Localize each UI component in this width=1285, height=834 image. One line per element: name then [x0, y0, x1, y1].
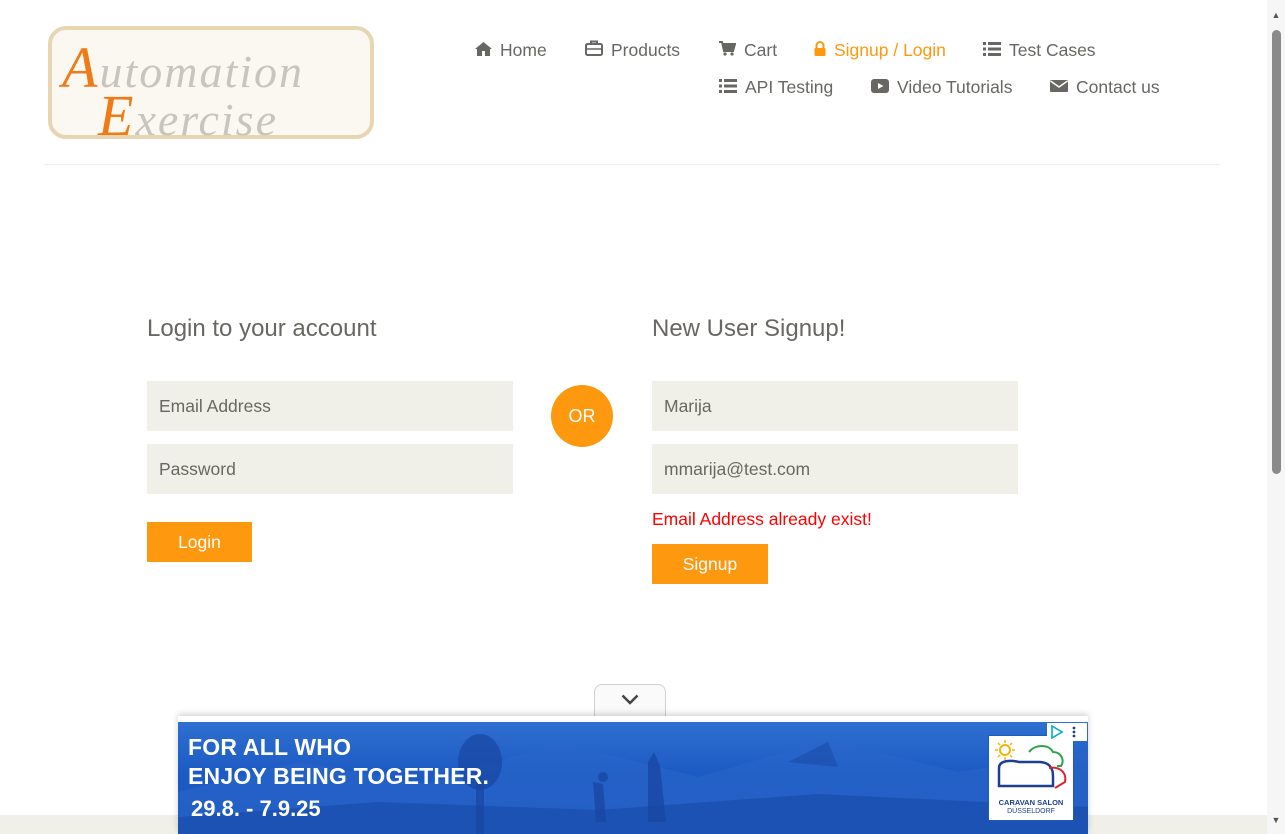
nav-contact-us-label: Contact us	[1076, 77, 1160, 97]
nav-test-cases[interactable]: Test Cases	[983, 40, 1096, 61]
signup-email-input[interactable]	[652, 444, 1018, 494]
ad-banner[interactable]: FOR ALL WHO ENJOY BEING TOGETHER. 29.8. …	[178, 722, 1088, 834]
list-icon	[719, 77, 737, 98]
chevron-down-icon	[621, 692, 639, 710]
home-icon	[475, 40, 492, 61]
logo-line-2: Exercise	[98, 83, 278, 148]
ad-choices[interactable]	[1047, 723, 1087, 741]
nav-products[interactable]: Products	[585, 40, 680, 61]
nav-video-tutorials-label: Video Tutorials	[897, 77, 1013, 97]
ad-headline-2: ENJOY BEING TOGETHER.	[188, 763, 490, 789]
header-divider	[44, 164, 1220, 165]
login-password-input[interactable]	[147, 444, 513, 494]
or-badge: OR	[551, 385, 613, 447]
nav-api-testing[interactable]: API Testing	[719, 77, 833, 98]
ad-logo-text-2: DÜSSELDORF	[1007, 808, 1055, 815]
caravan-logo-icon	[995, 740, 1067, 789]
lock-icon	[814, 40, 826, 61]
ad-frame: FOR ALL WHO ENJOY BEING TOGETHER. 29.8. …	[178, 716, 1088, 834]
cart-icon	[719, 40, 737, 61]
scroll-up-arrow-icon[interactable]: ▲	[1271, 10, 1281, 20]
list-icon	[983, 40, 1001, 61]
signup-button[interactable]: Signup	[652, 544, 768, 584]
youtube-play-icon	[871, 77, 889, 98]
nav-cart-label: Cart	[744, 40, 778, 60]
nav-home-label: Home	[500, 40, 547, 60]
scrollbar-thumb[interactable]	[1272, 30, 1281, 474]
scroll-down-arrow-icon[interactable]: ▼	[1271, 815, 1281, 825]
nav-signup-login-label: Signup / Login	[834, 40, 946, 60]
nav-products-label: Products	[611, 40, 681, 60]
nav-contact-us[interactable]: Contact us	[1050, 77, 1160, 98]
nav-test-cases-label: Test Cases	[1009, 40, 1096, 60]
ad-headline-1: FOR ALL WHO	[188, 734, 352, 760]
nav-home[interactable]: Home	[475, 40, 547, 61]
briefcase-icon	[585, 40, 603, 61]
login-button[interactable]: Login	[147, 522, 252, 562]
nav-signup-login[interactable]: Signup / Login	[814, 40, 946, 61]
nav-video-tutorials[interactable]: Video Tutorials	[871, 77, 1012, 98]
signup-title: New User Signup!	[652, 315, 846, 342]
vertical-scrollbar[interactable]: ▲ ▼	[1267, 0, 1285, 834]
login-title: Login to your account	[147, 315, 377, 342]
adchoices-icon[interactable]	[1050, 724, 1064, 744]
signup-error-message: Email Address already exist!	[652, 509, 872, 529]
ad-dates: 29.8. - 7.9.25	[191, 796, 321, 821]
nav-api-testing-label: API Testing	[745, 77, 834, 97]
envelope-icon	[1050, 77, 1068, 98]
site-logo[interactable]: Automation Exercise	[48, 26, 374, 148]
ad-menu-icon[interactable]	[1071, 725, 1077, 744]
nav-cart[interactable]: Cart	[719, 40, 777, 61]
ad-logo-text-1: CARAVAN SALON	[998, 798, 1064, 807]
ad-collapse-toggle[interactable]	[594, 684, 666, 716]
ad-caravan-salon-logo: CARAVAN SALON DÜSSELDORF	[988, 735, 1074, 821]
signup-name-input[interactable]	[652, 381, 1018, 431]
login-email-input[interactable]	[147, 381, 513, 431]
